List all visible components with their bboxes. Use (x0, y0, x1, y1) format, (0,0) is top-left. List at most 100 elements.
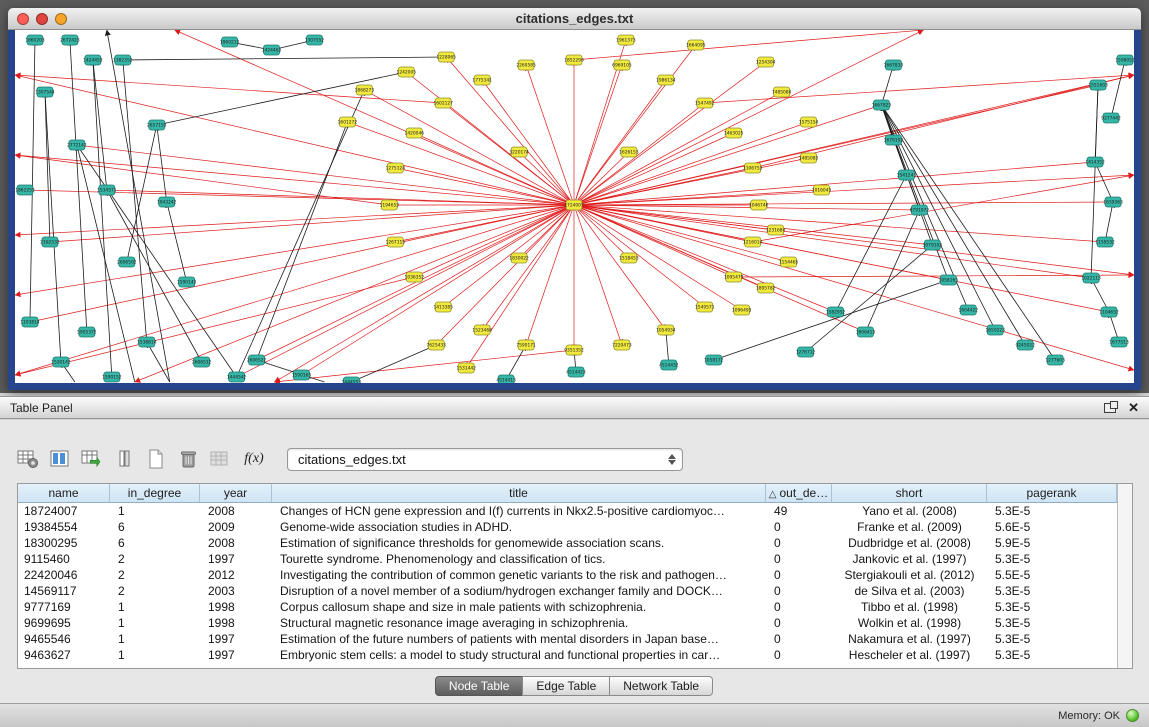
graph-node[interactable]: 1382352 (113, 55, 133, 65)
graph-node[interactable]: 1414352 (1085, 157, 1105, 167)
graph-node[interactable]: 1664095 (686, 40, 706, 50)
table-row[interactable]: 1938455462009Genome-wide association stu… (18, 519, 1117, 535)
network-graph[interactable]: 1724007104674612160141095479154957110549… (15, 30, 1134, 383)
table-row[interactable]: 969969511998Structural magnetic resonanc… (18, 615, 1117, 631)
graph-node[interactable]: 1444553 (342, 377, 362, 383)
graph-node[interactable]: 1096493 (732, 305, 752, 315)
function-builder-button[interactable]: f(x) (238, 446, 270, 472)
graph-node[interactable]: 1424463 (262, 45, 282, 55)
graph-node[interactable]: 7625433 (427, 340, 447, 350)
graph-node[interactable]: 1724007 (564, 200, 584, 210)
graph-node[interactable]: 9245022 (1015, 340, 1035, 350)
graph-node[interactable]: 1541243 (897, 170, 917, 180)
graph-node[interactable]: 1667823 (872, 100, 892, 110)
graph-node[interactable]: 1677513 (1109, 337, 1129, 347)
window-titlebar[interactable]: citations_edges.txt (8, 8, 1141, 30)
graph-node[interactable]: 1986134 (656, 75, 676, 85)
graph-node[interactable]: 1046746 (749, 200, 769, 210)
graph-node[interactable]: 7220473 (612, 340, 632, 350)
graph-node[interactable]: 1551603 (1088, 80, 1108, 90)
graph-node[interactable]: 1582952 (826, 307, 846, 317)
graph-node[interactable]: 1523468 (472, 325, 492, 335)
graph-node[interactable]: 1598052 (1115, 55, 1134, 65)
table-source-dropdown[interactable]: citations_edges.txt (287, 448, 683, 471)
graph-node[interactable]: 1216014 (743, 237, 763, 247)
graph-node[interactable]: 3220174 (509, 147, 529, 157)
graph-node[interactable]: 1830022 (509, 253, 529, 263)
show-columns-button[interactable] (46, 446, 73, 472)
column-header-out_degree[interactable]: △out_de… (766, 484, 832, 503)
graph-node[interactable]: 1575154 (799, 117, 819, 127)
graph-node[interactable]: 6969105 (612, 60, 632, 70)
graph-node[interactable]: 1058172 (704, 355, 724, 365)
minimize-window-icon[interactable] (36, 13, 48, 25)
table-row[interactable]: 977716911998Corpus callosum shape and si… (18, 599, 1117, 615)
graph-node[interactable]: 2772142 (67, 140, 87, 150)
graph-node[interactable]: 1267115 (386, 237, 406, 247)
graph-node[interactable]: 1667833 (884, 60, 904, 70)
graph-node[interactable]: 2606512 (192, 357, 212, 367)
graph-node[interactable]: 1650223 (986, 325, 1006, 335)
graph-node[interactable]: 1860213 (220, 37, 240, 47)
graph-node[interactable]: 1228065 (436, 52, 456, 62)
graph-node[interactable]: 1485083 (799, 153, 819, 163)
graph-node[interactable]: 6791972 (910, 205, 930, 215)
graph-node[interactable]: 1860203 (25, 35, 45, 45)
graph-node[interactable]: 1242005 (397, 67, 417, 77)
graph-node[interactable]: 1590143 (177, 277, 197, 287)
import-table-button[interactable] (206, 446, 233, 472)
graph-node[interactable]: 1590163 (292, 370, 312, 380)
column-header-pagerank[interactable]: pagerank (987, 484, 1117, 503)
graph-node[interactable]: 2260585 (516, 60, 536, 70)
graph-node[interactable]: 4514413 (496, 375, 516, 383)
graph-node[interactable]: 5905372 (77, 327, 97, 337)
graph-node[interactable]: 1254304 (756, 57, 776, 67)
graph-node[interactable]: 3079103 (923, 240, 943, 250)
graph-node[interactable]: 1194653 (380, 200, 400, 210)
graph-node[interactable]: 1862253 (15, 185, 35, 195)
graph-node[interactable]: 1601272 (338, 117, 358, 127)
graph-node[interactable]: 1106753 (743, 163, 763, 173)
graph-node[interactable]: 1424453 (83, 55, 103, 65)
graph-node[interactable]: 1058163 (939, 275, 959, 285)
graph-node[interactable]: 1444542 (227, 372, 247, 382)
column-header-year[interactable]: year (200, 484, 272, 503)
tab-node-table[interactable]: Node Table (435, 676, 524, 696)
graph-node[interactable]: 2606522 (247, 355, 267, 365)
table-row[interactable]: 1872400712008Changes of HCN gene express… (18, 503, 1117, 519)
graph-node[interactable]: 1602127 (433, 98, 453, 108)
graph-node[interactable]: 1022113 (1081, 273, 1101, 283)
graph-node[interactable]: 2606502 (117, 257, 137, 267)
graph-node[interactable]: 1530142 (51, 357, 71, 367)
graph-node[interactable]: 1639363 (1103, 197, 1123, 207)
column-header-name[interactable]: name (18, 484, 110, 503)
graph-node[interactable]: 1852296 (564, 55, 584, 65)
graph-node[interactable]: 1413385 (433, 302, 453, 312)
graph-node[interactable]: 1095479 (724, 272, 744, 282)
network-canvas[interactable]: 1724007104674612160141095479154957110549… (15, 30, 1134, 383)
graph-node[interactable]: 9351352 (564, 345, 584, 355)
graph-node[interactable]: 7590171 (516, 340, 536, 350)
table-row[interactable]: 946362711997Embryonic stem cells: a mode… (18, 647, 1117, 663)
delete-table-button[interactable] (174, 446, 201, 472)
graph-node[interactable]: 4514432 (659, 360, 679, 370)
graph-node[interactable]: 1549571 (695, 302, 715, 312)
table-row[interactable]: 1830029562008Estimation of significance … (18, 535, 1117, 551)
graph-node[interactable]: 1895782 (756, 283, 776, 293)
graph-node[interactable]: 1307552 (305, 35, 325, 45)
graph-node[interactable]: 1276712 (796, 347, 816, 357)
column-header-in_degree[interactable]: in_degree (110, 484, 200, 503)
column-mode-button[interactable] (110, 446, 137, 472)
graph-node[interactable]: 1534571 (97, 185, 117, 195)
graph-node[interactable]: 9277442 (1101, 113, 1121, 123)
graph-node[interactable]: 1159532 (1095, 237, 1115, 247)
table-row[interactable]: 946554611997Estimation of the future num… (18, 631, 1117, 647)
graph-node[interactable]: 1104652 (1099, 307, 1119, 317)
column-header-short[interactable]: short (832, 484, 987, 503)
graph-node[interactable]: 1036352 (405, 272, 425, 282)
graph-node[interactable]: 1679102 (884, 135, 904, 145)
table-row[interactable]: 2242004622012Investigating the contribut… (18, 567, 1117, 583)
new-table-button[interactable] (142, 446, 169, 472)
graph-node[interactable]: 1531442 (456, 363, 476, 373)
graph-node[interactable]: 1538814 (137, 337, 157, 347)
